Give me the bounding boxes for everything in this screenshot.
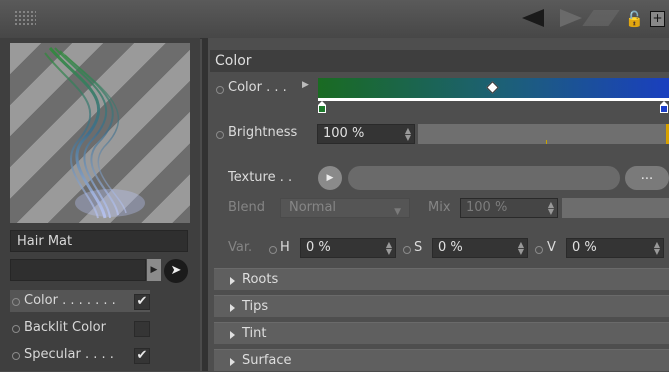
group-tips[interactable]: Tips — [214, 295, 669, 317]
brightness-value: 100 % — [323, 126, 365, 141]
animation-dot-icon[interactable] — [216, 86, 224, 94]
new-window-icon[interactable]: + — [650, 11, 665, 27]
mix-label: Mix — [428, 200, 451, 215]
h-label: H — [280, 240, 290, 255]
mix-field[interactable]: 100 % ▲ ▼ — [460, 198, 558, 218]
channel-label: Color . . . . . . . — [24, 293, 116, 308]
material-name-field[interactable]: Hair Mat — [10, 230, 188, 252]
brightness-slider[interactable] — [418, 124, 669, 144]
brightness-label: Brightness — [228, 125, 298, 140]
stepper-arrows-icon[interactable]: ▲ ▼ — [548, 201, 554, 216]
group-label: Tint — [242, 326, 267, 341]
arrow-right-icon[interactable] — [560, 9, 582, 27]
gradient-baseline — [318, 98, 669, 101]
section-header: Color — [210, 50, 669, 72]
grip-dots-icon[interactable] — [14, 10, 36, 26]
group-label: Roots — [242, 272, 279, 287]
v-field[interactable]: 0 % ▲ ▼ — [566, 238, 664, 258]
blend-mode-value: Normal — [289, 200, 337, 215]
group-label: Tips — [242, 299, 269, 314]
mix-value: 100 % — [466, 200, 508, 215]
stepper-arrows-icon[interactable]: ▲ ▼ — [405, 127, 411, 142]
channel-backlit-color[interactable]: Backlit Color — [10, 317, 190, 339]
texture-field[interactable] — [348, 166, 620, 190]
s-label: S — [414, 240, 423, 255]
group-label: Surface — [242, 353, 292, 368]
s-field[interactable]: 0 % ▲ ▼ — [432, 238, 528, 258]
stepper-arrows-icon[interactable]: ▲ ▼ — [386, 241, 392, 256]
channel-checkbox[interactable]: ✔ — [134, 348, 150, 364]
blend-label: Blend — [228, 200, 266, 215]
texture-label: Texture . . — [228, 170, 293, 185]
material-preview[interactable] — [10, 43, 190, 223]
texture-browse-button[interactable]: ... — [625, 166, 669, 190]
animation-dot-icon[interactable] — [216, 131, 224, 139]
animation-dot-icon[interactable] — [12, 352, 20, 360]
channel-specular[interactable]: Specular . . . . ✔ — [10, 344, 190, 366]
play-arrow-icon[interactable]: ▶ — [147, 259, 161, 281]
expand-arrow-icon — [230, 277, 235, 285]
brightness-field[interactable]: 100 % ▲ ▼ — [317, 124, 415, 144]
h-field[interactable]: 0 % ▲ ▼ — [300, 238, 396, 258]
channel-color[interactable]: Color . . . . . . . ✔ — [10, 290, 190, 312]
group-surface[interactable]: Surface — [214, 349, 669, 371]
animation-dot-icon[interactable] — [12, 325, 20, 333]
animation-dot-icon[interactable] — [403, 246, 411, 254]
animation-dot-icon[interactable] — [269, 246, 277, 254]
slider-tick — [546, 140, 547, 144]
channel-label: Specular . . . . — [24, 347, 114, 362]
picker-arrow-icon[interactable]: ➤ — [164, 259, 188, 283]
chevron-down-icon: ▼ — [394, 207, 401, 217]
mix-slider[interactable] — [562, 198, 669, 218]
lock-icon[interactable]: 🔓 — [625, 11, 644, 27]
color-label: Color . . . — [228, 80, 287, 95]
channel-label: Backlit Color — [24, 320, 106, 335]
texture-menu-icon[interactable]: ▶ — [318, 166, 342, 190]
s-value: 0 % — [438, 240, 463, 255]
expand-arrow-icon — [230, 331, 235, 339]
group-roots[interactable]: Roots — [214, 268, 669, 290]
v-label: V — [547, 240, 556, 255]
hair-preview-image — [44, 47, 145, 219]
channel-checkbox[interactable] — [134, 321, 150, 337]
gradient-stop-right[interactable] — [660, 101, 669, 114]
blend-mode-select[interactable]: Normal ▼ — [280, 198, 410, 218]
animation-dot-icon[interactable] — [12, 298, 20, 306]
gradient-stop-left[interactable] — [318, 101, 327, 114]
expand-arrow-icon — [230, 304, 235, 312]
stepper-arrows-icon[interactable]: ▲ ▼ — [518, 241, 524, 256]
layer-field[interactable] — [10, 259, 146, 281]
group-tint[interactable]: Tint — [214, 322, 669, 344]
v-value: 0 % — [572, 240, 597, 255]
stepper-arrows-icon[interactable]: ▲ ▼ — [654, 241, 660, 256]
animation-dot-icon[interactable] — [535, 246, 543, 254]
expand-arrow-icon[interactable]: ▶ — [302, 80, 309, 90]
channel-checkbox[interactable]: ✔ — [134, 294, 150, 310]
variation-label: Var. — [228, 240, 253, 255]
h-value: 0 % — [306, 240, 331, 255]
arrow-left-icon[interactable] — [522, 9, 544, 27]
expand-arrow-icon — [230, 358, 235, 366]
